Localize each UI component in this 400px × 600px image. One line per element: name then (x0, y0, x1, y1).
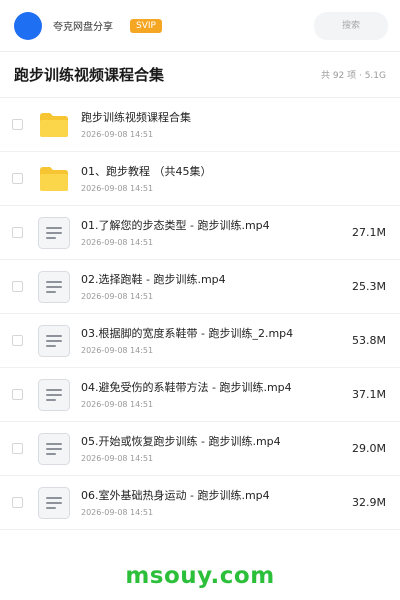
folder-icon (37, 108, 71, 142)
folder-icon (37, 162, 71, 196)
file-meta: 01、跑步教程 （共45集） 2026-09-08 14:51 (81, 164, 212, 193)
checkbox[interactable] (12, 389, 23, 400)
file-name: 跑步训练视频课程合集 (81, 111, 191, 124)
file-size: 27.1M (352, 226, 386, 239)
file-date: 2026-09-08 14:51 (81, 508, 154, 517)
file-list: 跑步训练视频课程合集 2026-09-08 14:51 01、跑步教程 （共45… (0, 98, 400, 530)
file-meta: 01.了解您的步态类型 - 跑步训练.mp4 2026-09-08 14:51 (81, 218, 270, 247)
app-header: 夸克网盘分享 SVIP (0, 0, 400, 52)
file-meta: 06.室外基础热身运动 - 跑步训练.mp4 2026-09-08 14:51 (81, 488, 270, 517)
checkbox[interactable] (12, 119, 23, 130)
file-date: 2026-09-08 14:51 (81, 454, 154, 463)
list-item[interactable]: 02.选择跑鞋 - 跑步训练.mp4 2026-09-08 14:51 25.3… (0, 260, 400, 314)
file-meta: 02.选择跑鞋 - 跑步训练.mp4 2026-09-08 14:51 (81, 272, 226, 301)
file-name: 04.避免受伤的系鞋带方法 - 跑步训练.mp4 (81, 381, 292, 394)
file-size: 32.9M (352, 496, 386, 509)
list-item[interactable]: 04.避免受伤的系鞋带方法 - 跑步训练.mp4 2026-09-08 14:5… (0, 368, 400, 422)
list-item[interactable]: 跑步训练视频课程合集 2026-09-08 14:51 (0, 98, 400, 152)
file-meta: 03.根据脚的宽度系鞋带 - 跑步训练_2.mp4 2026-09-08 14:… (81, 326, 293, 355)
file-meta: 跑步训练视频课程合集 2026-09-08 14:51 (81, 110, 191, 139)
file-name: 02.选择跑鞋 - 跑步训练.mp4 (81, 273, 226, 286)
checkbox[interactable] (12, 497, 23, 508)
list-item[interactable]: 05.开始或恢复跑步训练 - 跑步训练.mp4 2026-09-08 14:51… (0, 422, 400, 476)
item-summary: 共 92 项 · 5.1G (320, 71, 386, 81)
page-title: 跑步训练视频课程合集 (14, 66, 165, 84)
document-icon (37, 432, 71, 466)
document-icon (37, 216, 71, 250)
title-bar: 跑步训练视频课程合集 共 92 项 · 5.1G (0, 52, 400, 98)
file-name: 01、跑步教程 （共45集） (81, 165, 212, 178)
file-name: 01.了解您的步态类型 - 跑步训练.mp4 (81, 219, 270, 232)
app-name: 夸克网盘分享 (53, 22, 113, 33)
document-icon (37, 378, 71, 412)
document-icon (37, 270, 71, 304)
checkbox[interactable] (12, 281, 23, 292)
list-item[interactable]: 03.根据脚的宽度系鞋带 - 跑步训练_2.mp4 2026-09-08 14:… (0, 314, 400, 368)
file-name: 06.室外基础热身运动 - 跑步训练.mp4 (81, 489, 270, 502)
file-meta: 04.避免受伤的系鞋带方法 - 跑步训练.mp4 2026-09-08 14:5… (81, 380, 292, 409)
document-icon (37, 324, 71, 358)
file-date: 2026-09-08 14:51 (81, 130, 154, 139)
watermark: msouy.com (125, 563, 275, 589)
checkbox[interactable] (12, 227, 23, 238)
file-size: 29.0M (352, 442, 386, 455)
svip-badge[interactable]: SVIP (130, 18, 162, 33)
list-item[interactable]: 01.了解您的步态类型 - 跑步训练.mp4 2026-09-08 14:51 … (0, 206, 400, 260)
file-date: 2026-09-08 14:51 (81, 400, 154, 409)
document-icon (37, 486, 71, 520)
list-item[interactable]: 06.室外基础热身运动 - 跑步训练.mp4 2026-09-08 14:51 … (0, 476, 400, 530)
avatar[interactable] (14, 11, 42, 40)
checkbox[interactable] (12, 443, 23, 454)
file-size: 37.1M (352, 388, 386, 401)
checkbox[interactable] (12, 335, 23, 346)
file-name: 03.根据脚的宽度系鞋带 - 跑步训练_2.mp4 (81, 327, 294, 340)
file-size: 25.3M (352, 280, 386, 293)
file-date: 2026-09-08 14:51 (81, 346, 154, 355)
file-size: 53.8M (352, 334, 386, 347)
file-date: 2026-09-08 14:51 (81, 238, 154, 247)
list-item[interactable]: 01、跑步教程 （共45集） 2026-09-08 14:51 (0, 152, 400, 206)
checkbox[interactable] (12, 173, 23, 184)
file-date: 2026-09-08 14:51 (81, 292, 154, 301)
file-name: 05.开始或恢复跑步训练 - 跑步训练.mp4 (81, 435, 281, 448)
file-meta: 05.开始或恢复跑步训练 - 跑步训练.mp4 2026-09-08 14:51 (81, 434, 281, 463)
search-input[interactable] (314, 11, 388, 40)
file-date: 2026-09-08 14:51 (81, 184, 154, 193)
